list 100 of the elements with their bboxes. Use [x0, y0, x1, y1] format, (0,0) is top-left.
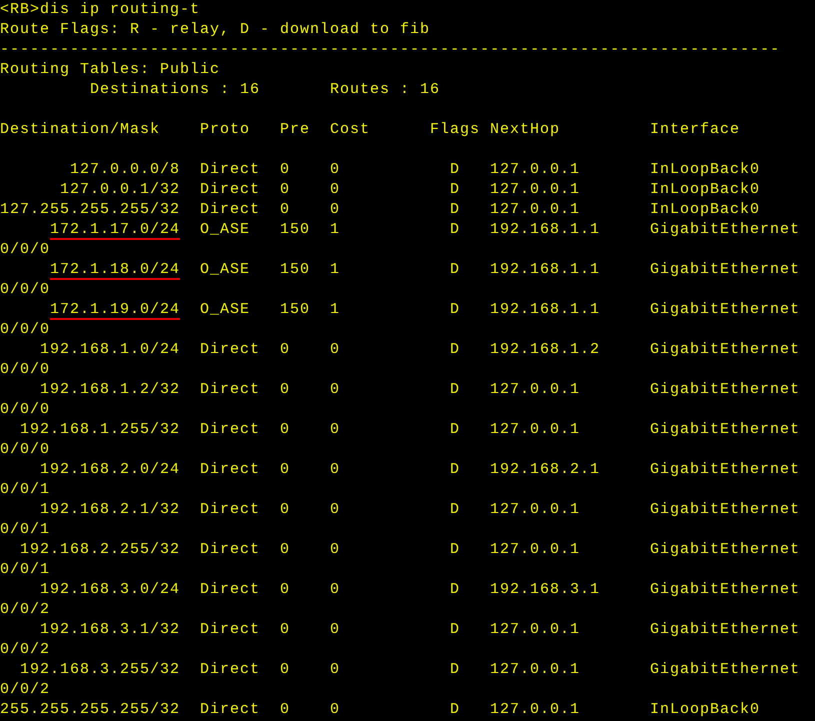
table-cell-text: Direct [200, 340, 262, 360]
table-cell-text: 192.168.1.2 [490, 340, 602, 360]
table-cell-text: D [450, 200, 462, 220]
table-cell: GigabitEthernet [650, 340, 800, 360]
table-cell: 127.255.255.255/32 [0, 200, 180, 220]
table-cell-text: 0 [330, 540, 342, 560]
table-cell-text: 192.168.1.255/32 [18, 420, 180, 440]
destinations-count: Destinations : 16 [90, 80, 262, 100]
table-cell-text: 0 [330, 500, 342, 520]
table-cell-text: Direct [200, 660, 262, 680]
table-cell: 0/0/2 [0, 600, 50, 620]
table-cell-text: Direct [200, 200, 262, 220]
table-cell-text: 172.1.19.0/24 [48, 300, 180, 320]
table-cell: 0/0/2 [0, 680, 50, 700]
column-header: Flags [430, 120, 482, 140]
table-cell-text: Direct [200, 620, 262, 640]
table-cell-text: 192.168.2.255/32 [18, 540, 180, 560]
routes-count: Routes : 16 [330, 80, 440, 100]
table-cell-text: 127.0.0.1 [490, 620, 582, 640]
table-cell-text: 0 [280, 540, 292, 560]
table-cell-text: 192.168.1.0/24 [38, 340, 180, 360]
table-cell-text: Direct [200, 420, 262, 440]
table-cell-text: 0 [280, 460, 292, 480]
table-cell-text: 127.0.0.1/32 [58, 180, 180, 200]
table-cell-text: 127.0.0.1 [490, 180, 582, 200]
table-cell: 0/0/1 [0, 520, 50, 540]
table-cell-text: 150 [280, 260, 312, 280]
column-header: Destination/Mask [0, 120, 162, 140]
table-cell-text: 192.168.3.255/32 [18, 660, 180, 680]
table-cell-text: Direct [200, 160, 262, 180]
table-cell-text: O_ASE [200, 300, 252, 320]
table-cell-text: D [450, 420, 462, 440]
table-cell-text: 192.168.1.1 [490, 300, 602, 320]
table-cell-text: O_ASE [200, 220, 252, 240]
table-cell-text: Direct [200, 380, 262, 400]
table-cell-text: O_ASE [200, 260, 252, 280]
table-cell-text: 192.168.1.1 [490, 220, 602, 240]
table-cell-text: 127.0.0.1 [490, 420, 582, 440]
column-header: Proto [200, 120, 252, 140]
table-cell-text: 192.168.1.1 [490, 260, 602, 280]
table-cell-text: 127.0.0.1 [490, 700, 582, 720]
table-cell-text: Direct [200, 580, 262, 600]
table-cell-text: 127.0.0.1 [490, 380, 582, 400]
table-cell-text: 192.168.3.0/24 [38, 580, 180, 600]
table-cell-text: D [450, 260, 462, 280]
table-cell-text: 0 [280, 200, 292, 220]
table-cell-text: 127.0.0.1 [490, 160, 582, 180]
table-cell-text: Direct [200, 500, 262, 520]
table-cell-text: D [450, 180, 462, 200]
table-cell-text: D [450, 700, 462, 720]
table-cell-text: 0 [330, 700, 342, 720]
table-cell-text: 127.0.0.1 [490, 540, 582, 560]
table-cell-text: D [450, 300, 462, 320]
table-cell-text: 0 [280, 500, 292, 520]
table-cell-text: 192.168.3.1/32 [38, 620, 180, 640]
table-cell-text: 0 [280, 340, 292, 360]
table-cell: InLoopBack0 [650, 200, 760, 220]
table-cell-text: Direct [200, 180, 262, 200]
table-cell: GigabitEthernet [650, 380, 800, 400]
table-cell-text: 0 [330, 160, 342, 180]
table-cell-text: D [450, 460, 462, 480]
table-cell-text: D [450, 220, 462, 240]
table-cell: GigabitEthernet [650, 540, 800, 560]
table-cell: InLoopBack0 [650, 700, 760, 720]
table-cell: 0/0/0 [0, 360, 50, 380]
table-cell: GigabitEthernet [650, 580, 800, 600]
table-cell: 0/0/2 [0, 640, 50, 660]
table-cell-text: 0 [280, 660, 292, 680]
table-cell-text: 0 [330, 420, 342, 440]
table-cell-text: D [450, 160, 462, 180]
table-cell-text: 0 [280, 380, 292, 400]
table-title: Routing Tables: Public [0, 60, 220, 80]
table-cell-text: Direct [200, 460, 262, 480]
table-cell: 0/0/0 [0, 240, 50, 260]
table-cell: InLoopBack0 [650, 160, 760, 180]
table-cell: GigabitEthernet [650, 460, 800, 480]
table-cell: GigabitEthernet [650, 620, 800, 640]
table-cell-text: 0 [330, 340, 342, 360]
table-cell: GigabitEthernet [650, 220, 800, 240]
table-cell-text: 192.168.1.2/32 [38, 380, 180, 400]
table-cell-text: 192.168.2.1/32 [38, 500, 180, 520]
table-cell-text: D [450, 660, 462, 680]
table-cell: 255.255.255.255/32 [0, 700, 180, 720]
table-cell-text: 192.168.2.0/24 [38, 460, 180, 480]
table-cell-text: 0 [280, 160, 292, 180]
column-header: Cost [330, 120, 372, 140]
table-cell-text: D [450, 340, 462, 360]
table-cell-text: D [450, 380, 462, 400]
table-cell-text: D [450, 500, 462, 520]
table-cell-text: 127.0.0.1 [490, 200, 582, 220]
table-cell-text: 0 [330, 580, 342, 600]
table-cell-text: 1 [330, 220, 342, 240]
table-cell-text: 0 [330, 460, 342, 480]
command-line: <RB>dis ip routing-t [0, 0, 200, 20]
table-cell-text: 0 [330, 180, 342, 200]
table-cell-text: 150 [280, 220, 312, 240]
table-cell-text: 0 [280, 180, 292, 200]
separator-line: ------------------------------------------------------------------------------ [0, 40, 780, 60]
table-cell-text: 0 [280, 620, 292, 640]
table-cell: 0/0/0 [0, 320, 50, 340]
